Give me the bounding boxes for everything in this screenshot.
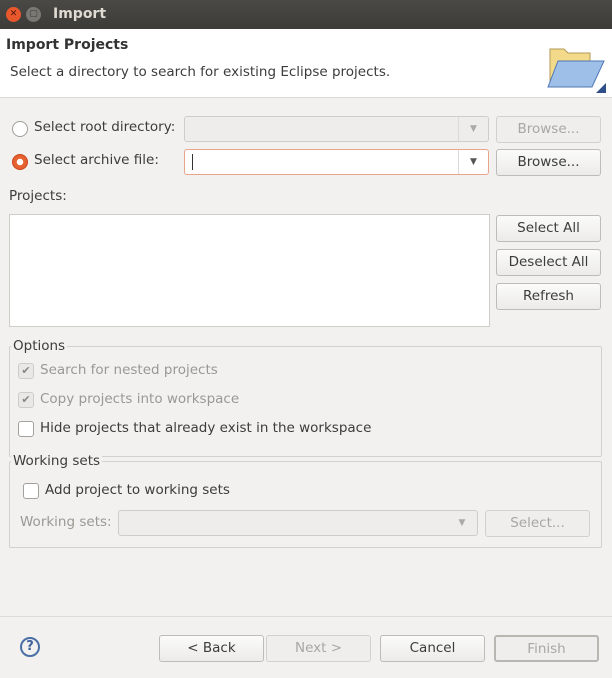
help-icon[interactable]: ? bbox=[20, 637, 40, 657]
root-directory-combo: ▼ bbox=[184, 116, 489, 142]
page-title: Import Projects bbox=[6, 37, 129, 53]
back-button[interactable]: < Back bbox=[159, 635, 264, 662]
hide-existing-label: Hide projects that already exist in the … bbox=[40, 420, 372, 436]
add-working-sets-checkbox[interactable] bbox=[23, 483, 39, 499]
finish-button: Finish bbox=[494, 635, 599, 662]
wizard-header: Import Projects Select a directory to se… bbox=[0, 29, 612, 98]
copy-projects-checkbox: ✔ bbox=[18, 392, 34, 408]
close-icon[interactable]: ✕ bbox=[6, 7, 21, 22]
working-sets-title: Working sets bbox=[11, 453, 103, 469]
archive-file-label: Select archive file: bbox=[34, 152, 159, 168]
select-working-sets-button: Select... bbox=[485, 510, 590, 537]
options-title: Options bbox=[11, 338, 68, 354]
text-cursor bbox=[192, 154, 193, 170]
projects-label: Projects: bbox=[9, 188, 67, 204]
page-description: Select a directory to search for existin… bbox=[10, 64, 391, 80]
projects-list[interactable] bbox=[9, 214, 490, 327]
root-directory-radio[interactable] bbox=[12, 121, 28, 137]
maximize-icon[interactable]: ▢ bbox=[26, 7, 41, 22]
cancel-button[interactable]: Cancel bbox=[380, 635, 485, 662]
deselect-all-button[interactable]: Deselect All bbox=[496, 249, 601, 276]
archive-browse-button[interactable]: Browse... bbox=[496, 149, 601, 176]
copy-projects-label: Copy projects into workspace bbox=[40, 391, 240, 407]
working-sets-combo: ▼ bbox=[118, 510, 478, 536]
chevron-down-icon: ▼ bbox=[458, 518, 466, 528]
hide-existing-checkbox[interactable] bbox=[18, 421, 34, 437]
footer-divider bbox=[0, 616, 612, 617]
refresh-button[interactable]: Refresh bbox=[496, 283, 601, 310]
root-browse-button: Browse... bbox=[496, 116, 601, 143]
working-sets-label: Working sets: bbox=[20, 514, 112, 530]
title-bar: ✕ ▢ Import bbox=[0, 0, 612, 29]
select-all-button[interactable]: Select All bbox=[496, 215, 601, 242]
nested-projects-checkbox: ✔ bbox=[18, 363, 34, 379]
window-title: Import bbox=[53, 6, 107, 22]
folder-open-icon bbox=[547, 48, 606, 93]
root-directory-label: Select root directory: bbox=[34, 119, 176, 135]
chevron-down-icon: ▼ bbox=[458, 117, 488, 141]
nested-projects-label: Search for nested projects bbox=[40, 362, 218, 378]
add-working-sets-label: Add project to working sets bbox=[45, 482, 230, 498]
chevron-down-icon[interactable]: ▼ bbox=[458, 150, 488, 174]
next-button: Next > bbox=[266, 635, 371, 662]
archive-file-radio[interactable] bbox=[12, 154, 28, 170]
archive-file-combo[interactable]: ▼ bbox=[184, 149, 489, 175]
